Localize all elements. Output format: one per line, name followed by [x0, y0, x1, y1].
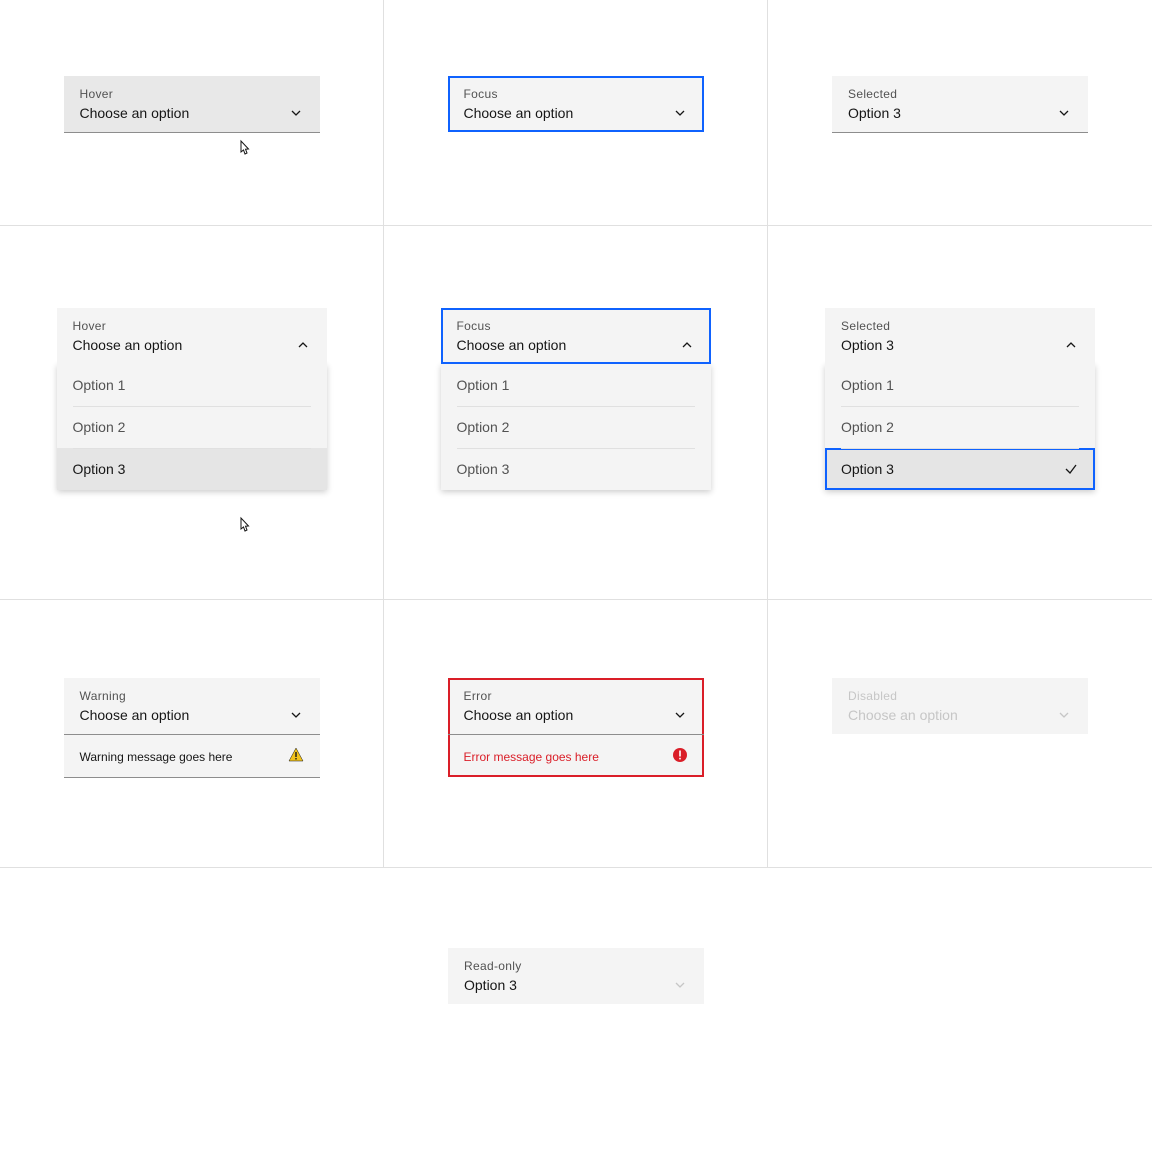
menu-option-2[interactable]: Option 2	[825, 406, 1095, 448]
warning-icon	[288, 747, 304, 766]
chevron-up-icon	[679, 337, 695, 353]
chevron-down-icon	[1056, 707, 1072, 723]
dropdown-readonly: Read-only Option 3	[448, 948, 704, 1004]
dropdown-menu: Option 1 Option 2 Option 3	[57, 364, 327, 490]
warning-message: Warning message goes here	[80, 750, 233, 764]
chevron-down-icon	[288, 707, 304, 723]
error-message-row: Error message goes here	[448, 735, 704, 777]
dropdown-value: Choose an option	[457, 337, 567, 353]
dropdown-error[interactable]: Error Choose an option Error message goe…	[448, 678, 704, 777]
checkmark-icon	[1063, 461, 1079, 477]
dropdown-value: Option 3	[848, 105, 901, 121]
dropdown-disabled: Disabled Choose an option	[832, 678, 1088, 734]
dropdown-label: Selected	[848, 87, 1072, 101]
dropdown-warning[interactable]: Warning Choose an option Warning message…	[64, 678, 320, 778]
menu-option-2[interactable]: Option 2	[57, 406, 327, 448]
dropdown-label: Warning	[80, 689, 304, 703]
dropdown-value: Option 3	[464, 977, 517, 993]
dropdown-value: Choose an option	[80, 105, 190, 121]
pointer-cursor-icon	[235, 516, 253, 536]
dropdown-hover[interactable]: Hover Choose an option	[64, 76, 320, 133]
menu-option-3[interactable]: Option 3	[57, 448, 327, 490]
pointer-cursor-icon	[235, 139, 253, 159]
dropdown-value: Choose an option	[848, 707, 958, 723]
dropdown-selected[interactable]: Selected Option 3	[832, 76, 1088, 133]
chevron-down-icon	[672, 105, 688, 121]
menu-option-3[interactable]: Option 3	[441, 448, 711, 490]
dropdown-label: Disabled	[848, 689, 1072, 703]
dropdown-value: Choose an option	[464, 105, 574, 121]
dropdown-label: Focus	[464, 87, 688, 101]
dropdown-focus-open[interactable]: Focus Choose an option	[441, 308, 711, 364]
menu-option-1[interactable]: Option 1	[825, 364, 1095, 406]
dropdown-value: Option 3	[841, 337, 894, 353]
dropdown-label: Read-only	[464, 959, 688, 973]
dropdown-label: Selected	[841, 319, 1079, 333]
dropdown-label: Hover	[73, 319, 311, 333]
menu-option-3[interactable]: Option 3	[825, 448, 1095, 490]
dropdown-selected-open[interactable]: Selected Option 3	[825, 308, 1095, 364]
chevron-down-icon	[1056, 105, 1072, 121]
chevron-up-icon	[295, 337, 311, 353]
chevron-up-icon	[1063, 337, 1079, 353]
dropdown-label: Hover	[80, 87, 304, 101]
dropdown-value: Choose an option	[80, 707, 190, 723]
dropdown-menu: Option 1 Option 2 Option 3	[825, 364, 1095, 490]
menu-option-1[interactable]: Option 1	[441, 364, 711, 406]
dropdown-label: Focus	[457, 319, 695, 333]
error-message: Error message goes here	[464, 750, 599, 764]
dropdown-label: Error	[464, 689, 688, 703]
dropdown-value: Choose an option	[73, 337, 183, 353]
dropdown-hover-open[interactable]: Hover Choose an option	[57, 308, 327, 364]
menu-option-1[interactable]: Option 1	[57, 364, 327, 406]
chevron-down-icon	[288, 105, 304, 121]
chevron-down-icon	[672, 707, 688, 723]
chevron-down-icon	[672, 977, 688, 993]
warning-message-row: Warning message goes here	[64, 735, 320, 778]
dropdown-focus[interactable]: Focus Choose an option	[448, 76, 704, 132]
dropdown-menu: Option 1 Option 2 Option 3	[441, 364, 711, 490]
error-icon	[672, 747, 688, 766]
menu-option-2[interactable]: Option 2	[441, 406, 711, 448]
dropdown-value: Choose an option	[464, 707, 574, 723]
